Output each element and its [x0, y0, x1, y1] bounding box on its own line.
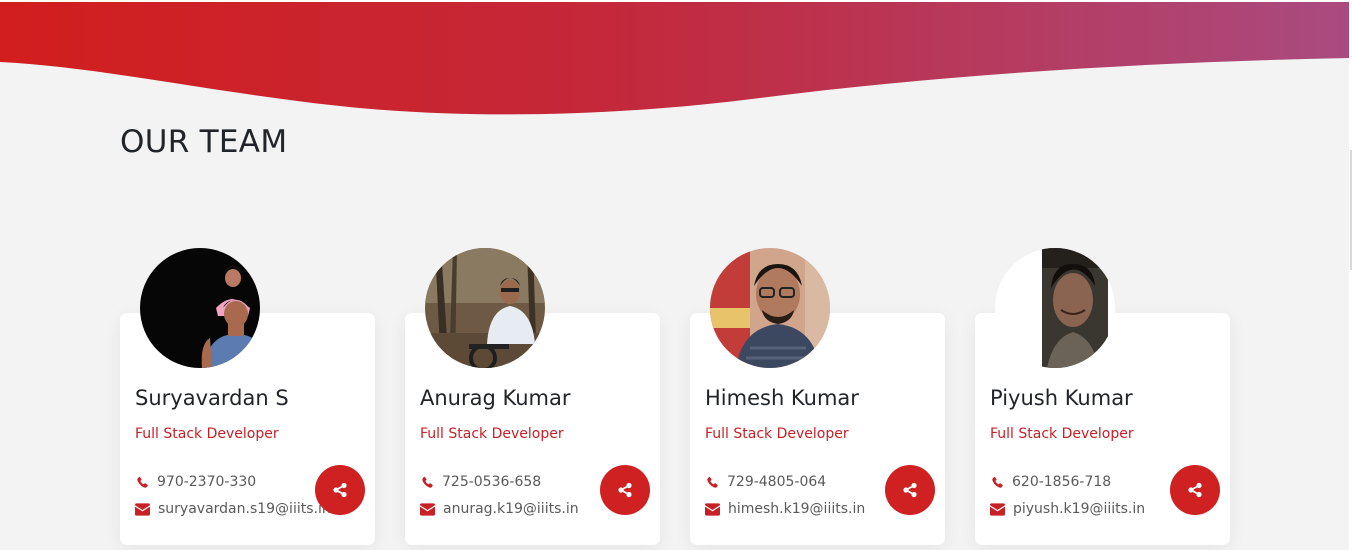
member-photo — [710, 248, 830, 368]
phone-icon — [422, 476, 433, 488]
share-icon — [903, 482, 917, 498]
phone-number: 970-2370-330 — [157, 474, 257, 490]
share-button[interactable] — [885, 465, 935, 515]
phone-number: 725-0536-658 — [442, 474, 542, 490]
email-address[interactable]: anurag.k19@iiits.in — [443, 501, 579, 517]
phone-icon — [992, 476, 1003, 488]
phone-number: 620-1856-718 — [1012, 474, 1112, 490]
member-role: Full Stack Developer — [135, 426, 279, 442]
share-button[interactable] — [315, 465, 365, 515]
member-name: Himesh Kumar — [705, 386, 859, 410]
member-phone: 970-2370-330 — [135, 473, 256, 491]
member-role: Full Stack Developer — [990, 426, 1134, 442]
member-role: Full Stack Developer — [420, 426, 564, 442]
envelope-icon — [705, 502, 720, 516]
member-photo — [995, 248, 1115, 368]
phone-icon — [707, 476, 718, 488]
page-title: OUR TEAM — [120, 124, 288, 160]
member-email: anurag.k19@iiits.in — [420, 500, 579, 518]
envelope-icon — [135, 502, 150, 516]
email-address[interactable]: piyush.k19@iiits.in — [1013, 501, 1145, 517]
header-wave — [0, 2, 1350, 115]
member-name: Anurag Kumar — [420, 386, 571, 410]
envelope-icon — [990, 502, 1005, 516]
envelope-icon — [420, 502, 435, 516]
member-email: suryavardan.s19@iiits.in — [135, 500, 331, 518]
member-role: Full Stack Developer — [705, 426, 849, 442]
share-button[interactable] — [1170, 465, 1220, 515]
member-phone: 620-1856-718 — [990, 473, 1111, 491]
email-address[interactable]: himesh.k19@iiits.in — [728, 501, 865, 517]
member-phone: 729-4805-064 — [705, 473, 826, 491]
share-icon — [618, 482, 632, 498]
member-name: Suryavardan S — [135, 386, 289, 410]
member-email: piyush.k19@iiits.in — [990, 500, 1145, 518]
share-icon — [1188, 482, 1202, 498]
member-photo — [425, 248, 545, 368]
share-button[interactable] — [600, 465, 650, 515]
share-icon — [333, 482, 347, 498]
email-address[interactable]: suryavardan.s19@iiits.in — [158, 501, 331, 517]
member-email: himesh.k19@iiits.in — [705, 500, 865, 518]
phone-number: 729-4805-064 — [727, 474, 827, 490]
member-name: Piyush Kumar — [990, 386, 1133, 410]
member-phone: 725-0536-658 — [420, 473, 541, 491]
member-photo — [140, 248, 260, 368]
phone-icon — [137, 476, 148, 488]
